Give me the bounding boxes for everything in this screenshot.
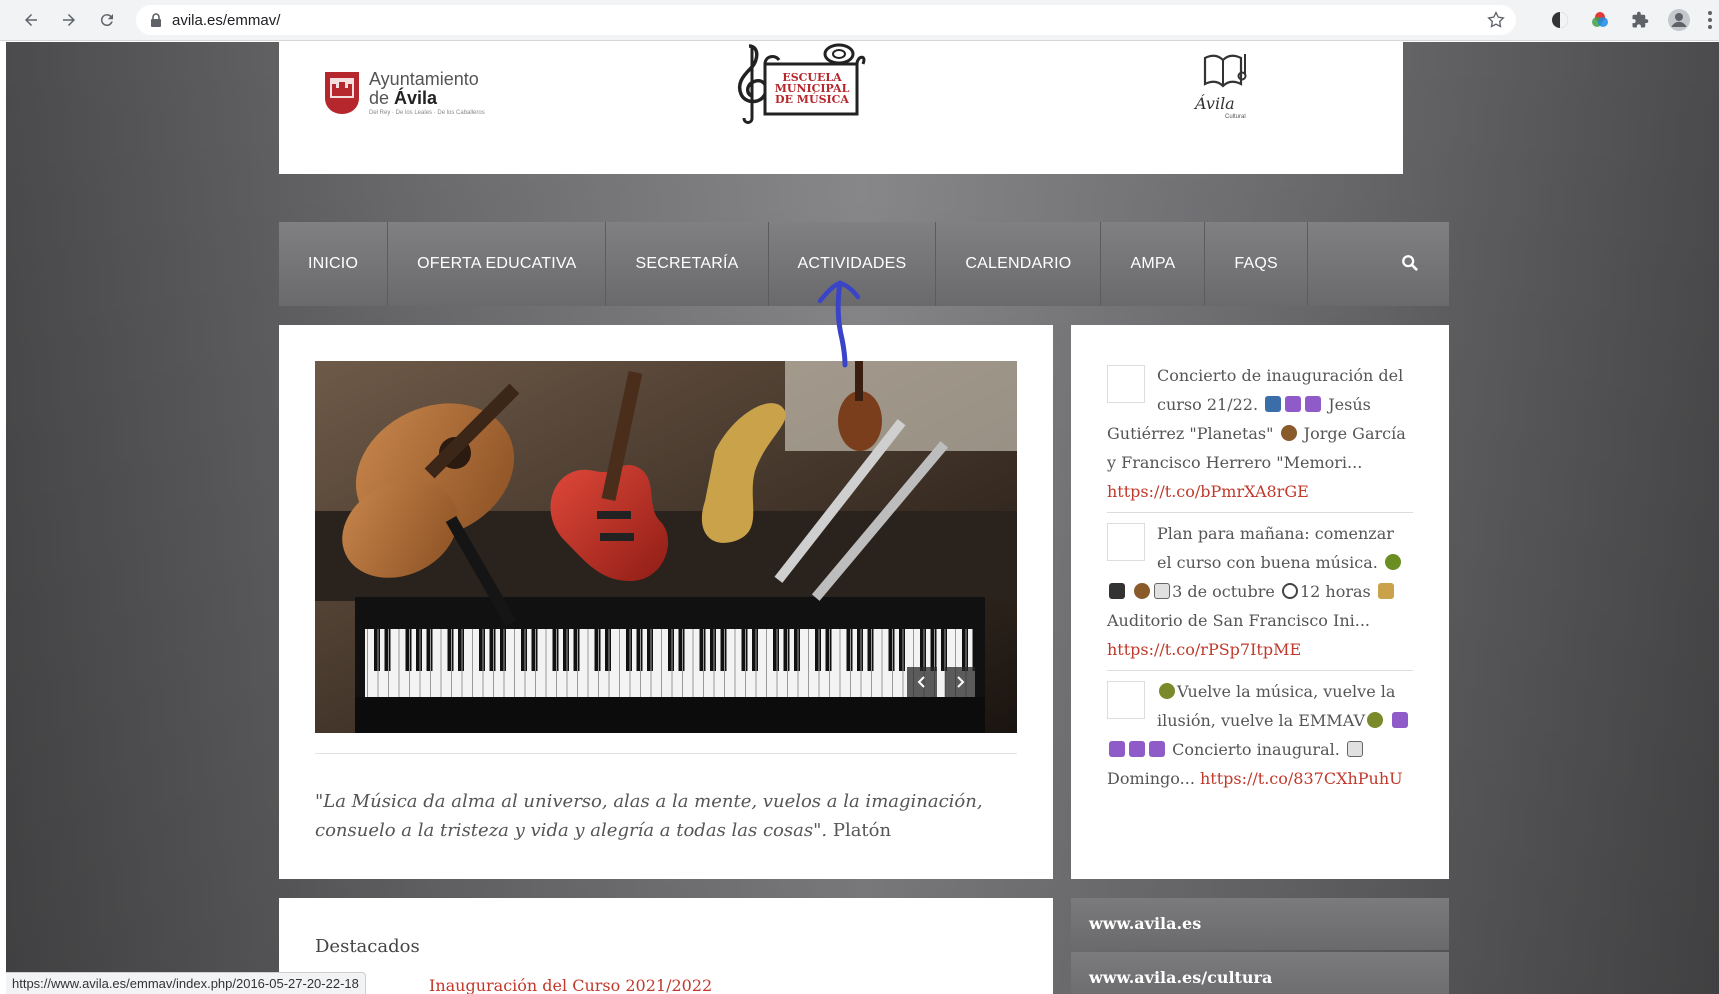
nav-item-oferta-educativa[interactable]: OFERTA EDUCATIVA: [388, 222, 607, 306]
piano-emoji-icon: [1109, 583, 1125, 599]
page-viewport: Ayuntamiento de Ávila Del Rey · De los L…: [6, 42, 1719, 994]
guitar-emoji-icon: [1384, 554, 1401, 570]
address-url: avila.es/emmav/: [172, 11, 281, 29]
ayuntamiento-motto: Del Rey · De los Leales · De los Caballe…: [369, 109, 485, 116]
calendar-emoji-icon: [1346, 741, 1363, 757]
cultural-logo-text: Ávila: [1195, 94, 1235, 113]
guitar-emoji-icon: [1134, 583, 1151, 599]
search-icon[interactable]: [1401, 254, 1419, 272]
ayuntamiento-city: de Ávila: [369, 87, 438, 108]
music-notes-emoji-icon: [1129, 741, 1145, 757]
music-notes-emoji-icon: [1392, 712, 1409, 728]
calendar-emoji-icon: [1154, 583, 1171, 599]
avila-cultural-logo[interactable]: Ávila Cultural: [1191, 52, 1255, 122]
tweet-link[interactable]: https://t.co/837CXhPuhU: [1200, 769, 1403, 788]
main-content: "La Música da alma al universo, alas a l…: [279, 325, 1053, 879]
clock-emoji-icon: [1281, 583, 1298, 599]
slider-next-button[interactable]: [945, 667, 975, 697]
destacados-title: Destacados: [315, 936, 420, 957]
music-note-emoji-icon: [1109, 741, 1125, 757]
music-note-emoji-icon: [1285, 396, 1302, 412]
main-navigation: INICIO OFERTA EDUCATIVA SECRETARÍA ACTIV…: [279, 222, 1449, 306]
tweet-item: Concierto de inauguración del curso 21/2…: [1107, 365, 1406, 501]
smile-emoji-icon: [1159, 683, 1175, 699]
status-bar-url: https://www.avila.es/emmav/index.php/201…: [6, 972, 366, 994]
smile-emoji-icon: [1367, 712, 1383, 728]
tweet-item: Vuelve la música, vuelve la ilusión, vue…: [1107, 677, 1413, 793]
link-avila-cultura[interactable]: www.avila.es/cultura: [1071, 952, 1449, 994]
city-shield-icon: [325, 72, 359, 115]
tweet-divider: [1107, 670, 1413, 671]
destacados-section: Destacados Inauguración del Curso 2021/2…: [279, 898, 1053, 994]
tweet-item: Plan para mañana: comenzar el curso con …: [1107, 519, 1413, 664]
tweet-avatar[interactable]: [1107, 365, 1145, 403]
content-divider: [315, 753, 1017, 754]
chevron-left-icon: [917, 676, 925, 688]
nav-item-secretaria[interactable]: SECRETARÍA: [606, 222, 769, 306]
music-notes-emoji-icon: [1305, 396, 1322, 412]
ayuntamiento-label: Ayuntamiento: [369, 69, 479, 89]
lock-icon: [151, 13, 161, 27]
site-header: Ayuntamiento de Ávila Del Rey · De los L…: [279, 42, 1403, 174]
browser-toolbar: avila.es/emmav/: [0, 0, 1719, 41]
quote-author: Platón: [827, 820, 892, 841]
music-note-emoji-icon: [1149, 741, 1165, 757]
menu-icon[interactable]: [1704, 9, 1716, 31]
reload-button[interactable]: [88, 1, 126, 39]
link-avila[interactable]: www.avila.es: [1071, 898, 1449, 950]
slider-prev-button[interactable]: [907, 667, 937, 697]
dark-mode-extension-icon[interactable]: [1549, 9, 1571, 31]
tweet-avatar[interactable]: [1107, 681, 1145, 719]
annotation-arrow-icon: [817, 280, 861, 368]
forward-icon: [63, 14, 75, 26]
nav-item-calendario[interactable]: CALENDARIO: [936, 222, 1102, 306]
escuela-line-3: DE MÚSICA: [775, 93, 849, 106]
address-bar[interactable]: avila.es/emmav/: [136, 5, 1516, 35]
escuela-musica-logo[interactable]: ESCUELA MUNICIPAL DE MÚSICA: [727, 42, 867, 126]
nav-item-inicio[interactable]: INICIO: [279, 222, 389, 306]
extensions-icon[interactable]: [1629, 9, 1651, 31]
ayuntamiento-logo[interactable]: Ayuntamiento de Ávila Del Rey · De los L…: [323, 70, 485, 116]
music-emoji-icon: [1265, 396, 1282, 412]
tweet-divider: [1107, 512, 1413, 513]
back-icon: [25, 14, 37, 26]
image-slider[interactable]: [315, 361, 1017, 733]
book-lyre-icon: [1203, 54, 1247, 88]
chevron-right-icon: [957, 676, 965, 688]
building-emoji-icon: [1377, 583, 1394, 599]
cultural-logo-sub: Cultural: [1225, 114, 1246, 120]
nav-item-faqs[interactable]: FAQS: [1205, 222, 1308, 306]
back-button[interactable]: [12, 1, 50, 39]
nav-item-ampa[interactable]: AMPA: [1101, 222, 1206, 306]
forward-button[interactable]: [50, 1, 88, 39]
tweet-avatar[interactable]: [1107, 523, 1145, 561]
platon-quote: "La Música da alma al universo, alas a l…: [315, 787, 1017, 845]
guitar-emoji-icon: [1280, 425, 1297, 441]
destacados-first-link[interactable]: Inauguración del Curso 2021/2022: [429, 976, 712, 994]
color-extension-icon[interactable]: [1589, 9, 1611, 31]
tweet-link[interactable]: https://t.co/rPSp7ItpME: [1107, 640, 1301, 659]
external-links: www.avila.es www.avila.es/cultura: [1071, 898, 1449, 994]
reload-icon: [100, 14, 113, 27]
star-icon[interactable]: [1486, 10, 1506, 30]
twitter-feed: Concierto de inauguración del curso 21/2…: [1071, 325, 1449, 879]
profile-icon[interactable]: [1668, 9, 1690, 31]
tweet-link[interactable]: https://t.co/bPmrXA8rGE: [1107, 482, 1309, 501]
